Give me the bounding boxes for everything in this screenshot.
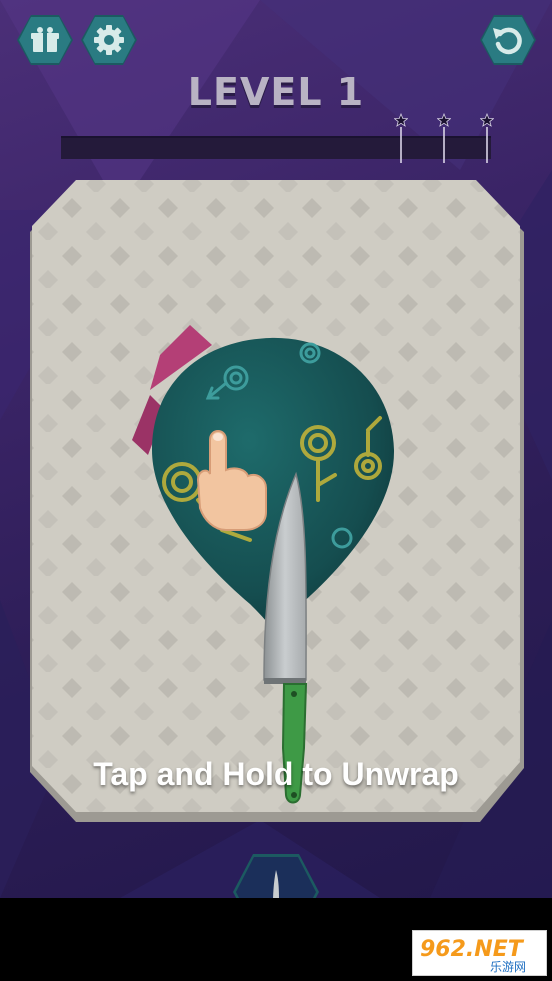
watermark-brand: 962.NET: [420, 937, 525, 962]
tool-selector-button[interactable]: [231, 852, 321, 898]
watermark-logo: 962.NET 乐游网: [412, 930, 547, 976]
game-screen: LEVEL 1 Tap and Hold to Unwrap: [0, 0, 552, 898]
hint-text: Tap and Hold to Unwrap: [93, 756, 459, 792]
watermark-subtitle: 乐游网: [490, 960, 526, 974]
